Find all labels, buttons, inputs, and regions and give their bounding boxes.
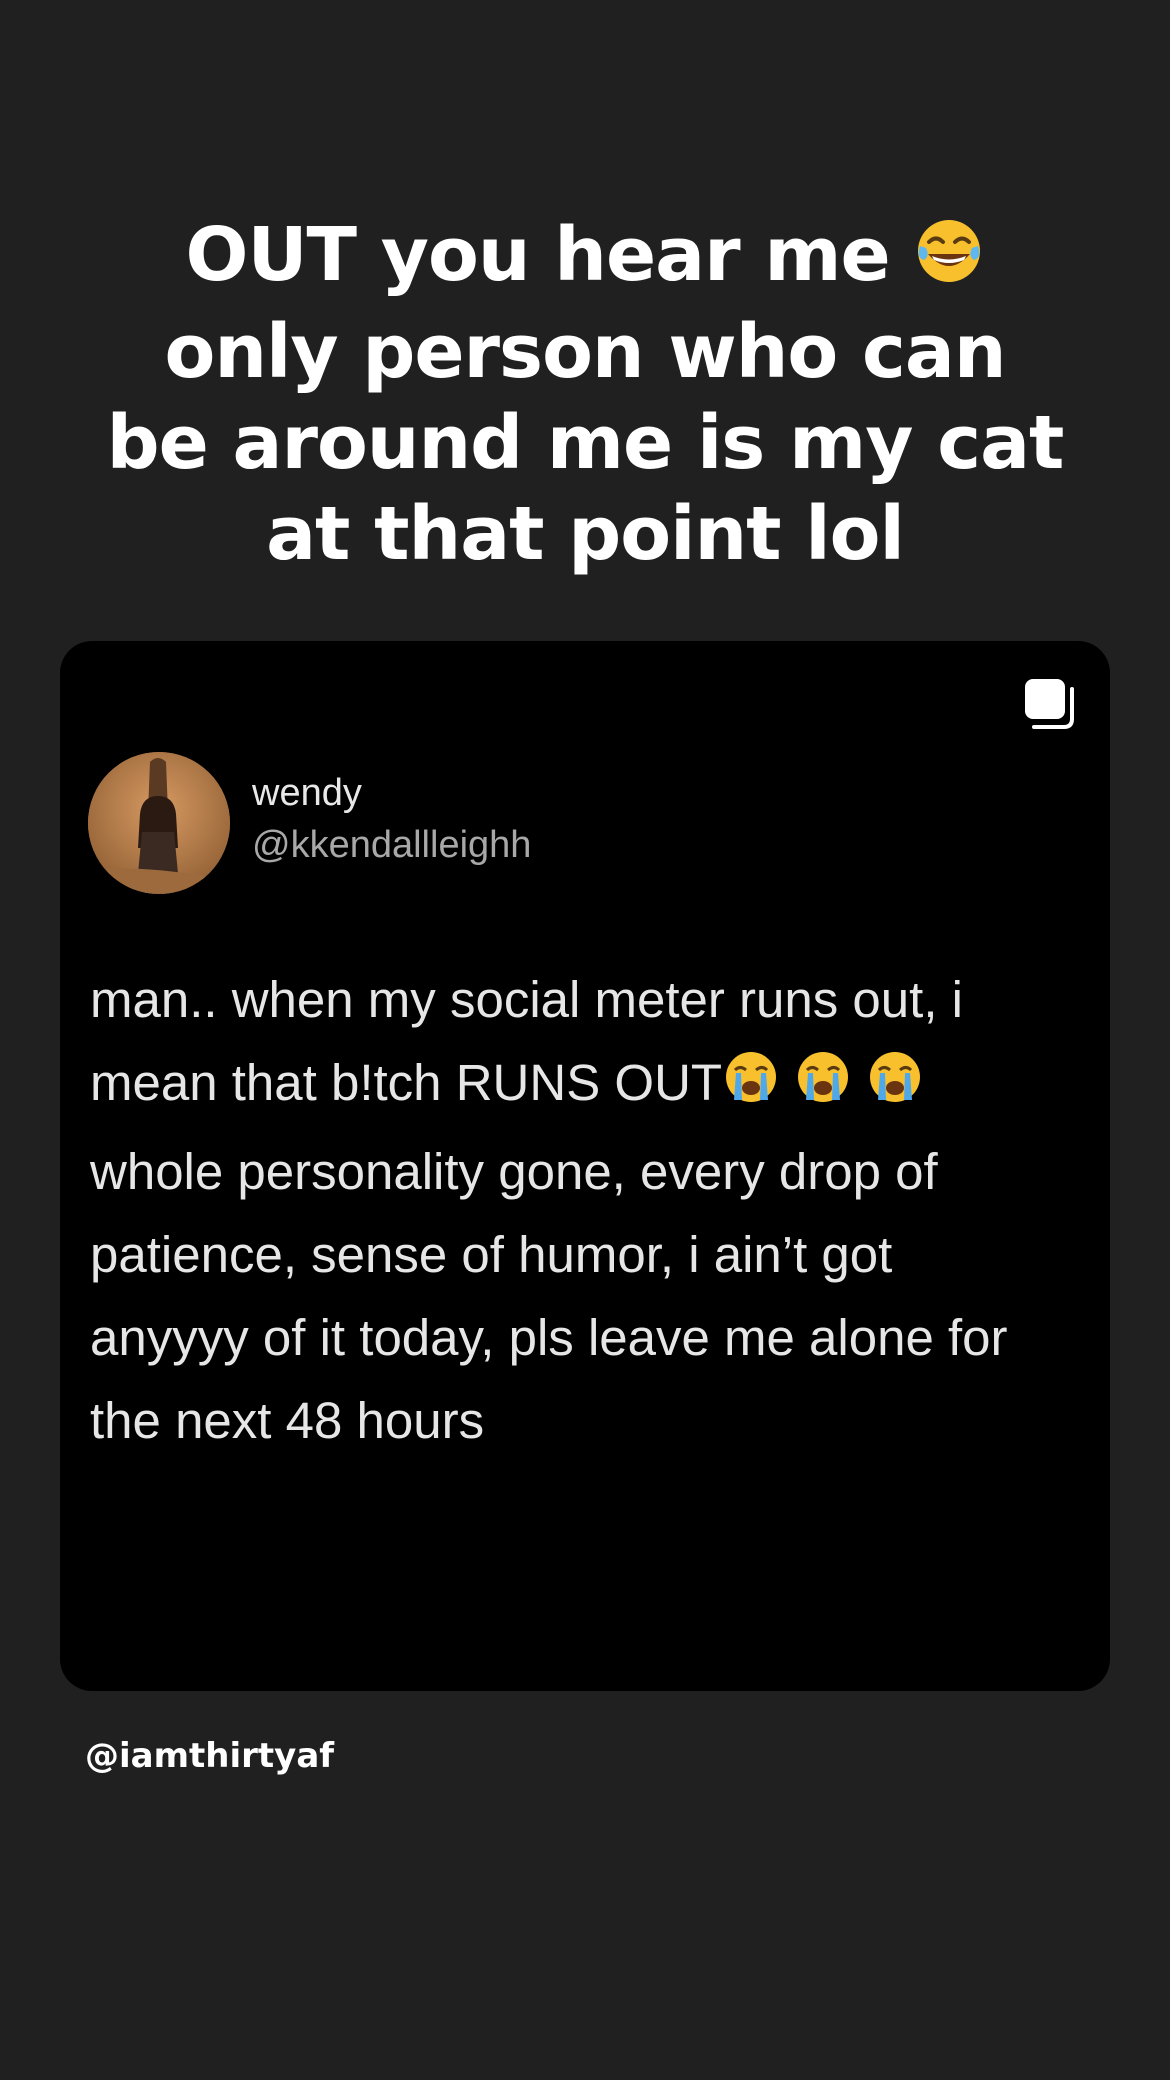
loudly-crying-face-icon: [866, 1047, 924, 1130]
tweet-line: mean that b!tch RUNS OUT: [90, 1041, 1090, 1130]
caption-line: only person who can: [164, 309, 1007, 395]
tweet-handle: @kkendallleighh: [252, 824, 532, 866]
loudly-crying-face-icon: [722, 1047, 780, 1130]
tweet-line: patience, sense of humor, i ain’t got: [90, 1226, 893, 1283]
avatar: [88, 752, 230, 894]
tweet-display-name: wendy: [252, 772, 362, 814]
credit-handle[interactable]: @iamthirtyaf: [85, 1736, 334, 1776]
tweet-line: the next 48 hours: [90, 1392, 485, 1449]
caption-line: OUT you hear me: [100, 210, 1070, 307]
caption-line: at that point lol: [266, 491, 905, 577]
tweet-body: man.. when my social meter runs out, i m…: [90, 958, 1090, 1462]
tweet-line: man.. when my social meter runs out, i: [90, 971, 964, 1028]
story-caption: OUT you hear me only person who can be a…: [100, 210, 1070, 580]
tweet-line: whole personality gone, every drop of: [90, 1143, 938, 1200]
face-with-tears-of-joy-icon: [914, 216, 984, 307]
caption-line: be around me is my cat: [106, 400, 1065, 486]
tweet-line: anyyyy of it today, pls leave me alone f…: [90, 1309, 1008, 1366]
loudly-crying-face-icon: [794, 1047, 852, 1130]
carousel-icon[interactable]: [1022, 675, 1078, 731]
